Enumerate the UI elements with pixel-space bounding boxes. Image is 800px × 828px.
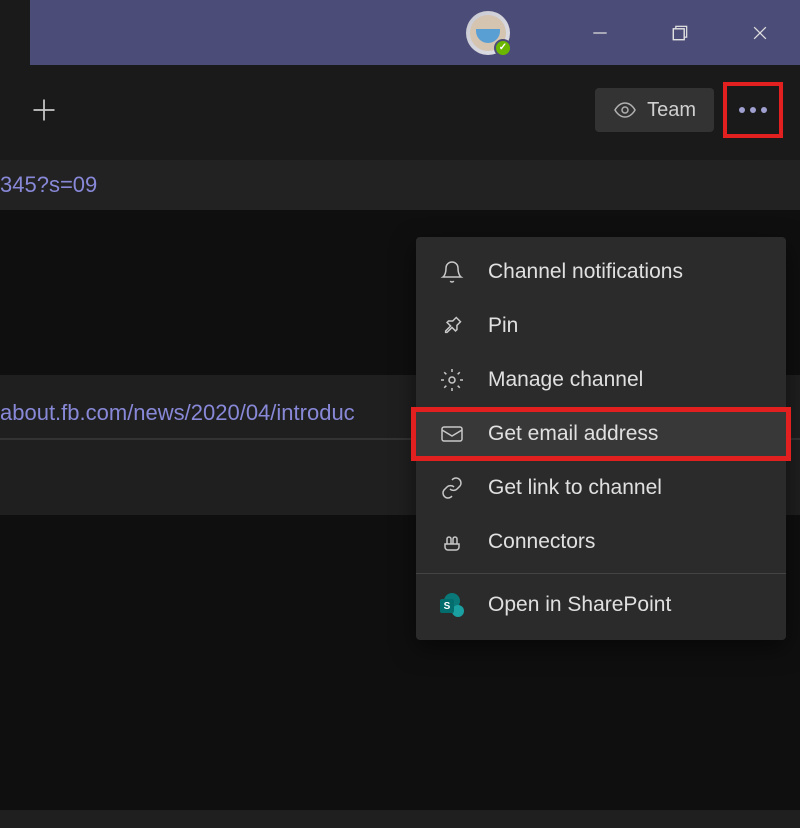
menu-item-label: Connectors — [488, 530, 595, 554]
eye-icon — [613, 98, 637, 122]
menu-item-get-link[interactable]: Get link to channel — [416, 461, 786, 515]
menu-item-get-email-address[interactable]: Get email address — [416, 407, 786, 461]
left-panel-edge — [0, 0, 30, 65]
window-controls — [560, 0, 800, 65]
menu-item-label: Pin — [488, 314, 518, 338]
team-visibility-button[interactable]: Team — [595, 88, 714, 132]
message-row[interactable]: 345?s=09 — [0, 160, 800, 210]
presence-indicator — [494, 39, 512, 57]
bell-icon — [440, 260, 464, 284]
link-fragment[interactable]: about.fb.com/news/2020/04/introduc — [0, 400, 355, 425]
main-content: Team 345?s=09 about.fb.com/news/2020/04/… — [0, 65, 800, 705]
menu-item-label: Open in SharePoint — [488, 593, 671, 617]
title-bar — [0, 0, 800, 65]
add-tab-button[interactable] — [30, 96, 58, 124]
minimize-button[interactable] — [560, 0, 640, 65]
link-icon — [440, 476, 464, 500]
sharepoint-icon: S — [440, 593, 464, 617]
message-row[interactable] — [0, 810, 800, 828]
menu-item-open-sharepoint[interactable]: S Open in SharePoint — [416, 578, 786, 632]
menu-item-label: Manage channel — [488, 368, 643, 392]
toolbar: Team — [0, 65, 800, 160]
channel-context-menu: Channel notifications Pin Manage channel — [416, 237, 786, 640]
close-button[interactable] — [720, 0, 800, 65]
menu-item-channel-notifications[interactable]: Channel notifications — [416, 245, 786, 299]
menu-item-manage-channel[interactable]: Manage channel — [416, 353, 786, 407]
maximize-button[interactable] — [640, 0, 720, 65]
gear-icon — [440, 368, 464, 392]
menu-item-pin[interactable]: Pin — [416, 299, 786, 353]
more-icon — [739, 107, 767, 113]
connectors-icon — [440, 530, 464, 554]
menu-item-label: Channel notifications — [488, 260, 683, 284]
menu-divider — [416, 573, 786, 574]
menu-item-label: Get email address — [488, 422, 658, 446]
menu-item-connectors[interactable]: Connectors — [416, 515, 786, 569]
link-fragment[interactable]: 345?s=09 — [0, 172, 97, 197]
team-button-label: Team — [647, 99, 696, 122]
avatar-container[interactable] — [466, 11, 510, 55]
more-options-button[interactable] — [726, 85, 780, 135]
pin-icon — [440, 314, 464, 338]
menu-item-label: Get link to channel — [488, 476, 662, 500]
toolbar-right: Team — [595, 85, 780, 135]
mail-icon — [440, 422, 464, 446]
